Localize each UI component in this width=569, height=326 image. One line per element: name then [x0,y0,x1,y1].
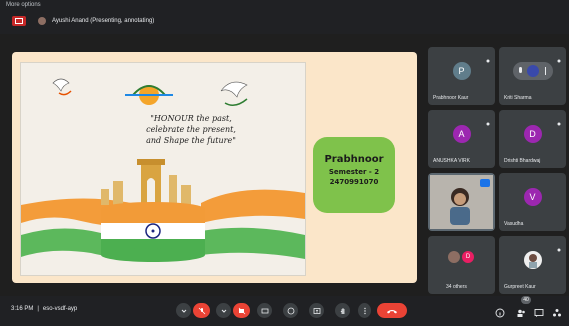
more-icon[interactable] [485,51,491,63]
participant-tile[interactable]: Kriti Sharma [499,47,566,105]
participant-tile[interactable]: V Vasudha [499,173,566,231]
chat-icon[interactable] [534,305,544,317]
more-icon[interactable] [556,114,562,126]
mic-options-button[interactable] [176,303,191,318]
people-icon[interactable] [516,305,526,317]
camera-off-button[interactable] [233,303,250,318]
more-options-label[interactable]: More options [6,2,41,8]
participant-tile[interactable]: Gurpreet Kaur [499,236,566,294]
tile-controls-overlay[interactable] [512,62,553,80]
camera-options-button[interactable] [216,303,231,318]
participant-tile[interactable]: P Prabhnoor Kaur [428,47,495,105]
meeting-code[interactable]: eso-vsdf-ayp [43,306,77,312]
bottom-bar: 3:16 PM | eso-vsdf-ayp 40 [0,296,569,326]
clock-time: 3:16 PM [11,306,34,312]
student-name: Prabhnoor [324,154,384,165]
others-tile[interactable]: D 34 others [428,236,495,294]
quote-line-2: celebrate the present, [146,125,236,134]
quote-line-1: "HONOUR the past, [150,114,232,123]
avatar: V [523,188,542,206]
separator: | [37,306,39,312]
avatar: D [462,251,474,263]
more-icon[interactable] [485,114,491,126]
more-icon[interactable] [556,240,562,252]
present-screen-button[interactable] [309,303,324,318]
avatar [448,251,460,263]
captions-button[interactable] [257,303,272,318]
participant-name: Vasudha [504,221,524,227]
quote-line-3: and Shape the future" [146,136,236,145]
student-name-card: Prabhnoor Semester - 2 2470991070 [313,137,395,213]
activities-icon[interactable] [552,305,562,317]
info-icon[interactable] [495,305,505,318]
top-bar: More options Ayushi Anand (Presenting, a… [0,0,569,34]
mic-off-button[interactable] [193,303,210,318]
student-semester: Semester - 2 [328,168,380,176]
participant-name: Gurpreet Kaur [504,284,536,290]
artwork-quote: "HONOUR the past, celebrate the present,… [121,113,261,146]
presenter-label: Ayushi Anand (Presenting, annotating) [52,18,155,24]
participant-count-badge: 40 [521,296,531,304]
mic-and-more-icons[interactable] [513,62,553,80]
others-count-label: 34 others [446,284,467,290]
participant-tile[interactable]: A ANUSHKA VIRK [428,110,495,168]
participant-name: Prabhnoor Kaur [433,95,469,101]
avatar [523,251,542,269]
avatar: P [452,62,471,80]
participant-name: Drishti Bhardwaj [504,158,541,164]
presenting-icon[interactable] [12,16,26,26]
student-roll-number: 2470991070 [329,178,379,186]
presentation-stage: "HONOUR the past, celebrate the present,… [12,52,417,283]
participant-name: ANUSHKA VIRK [433,158,470,164]
presenter-avatar [38,17,46,25]
avatar: A [452,125,471,143]
emoji-button[interactable] [283,303,298,318]
participant-video-tile[interactable] [428,173,495,231]
presenter-indicator: Ayushi Anand (Presenting, annotating) [38,17,154,25]
artwork-photo: "HONOUR the past, celebrate the present,… [20,62,306,276]
participant-tile[interactable]: D Drishti Bhardwaj [499,110,566,168]
artwork-illustration [21,63,305,275]
avatar: D [523,125,542,143]
raise-hand-button[interactable] [335,303,350,318]
webcam-feed [430,175,493,229]
meeting-info: 3:16 PM | eso-vsdf-ayp [11,306,77,312]
participant-name: Kriti Sharma [504,95,532,101]
leave-call-button[interactable] [377,303,407,318]
more-options-button[interactable] [358,303,371,318]
more-icon[interactable] [556,51,562,63]
